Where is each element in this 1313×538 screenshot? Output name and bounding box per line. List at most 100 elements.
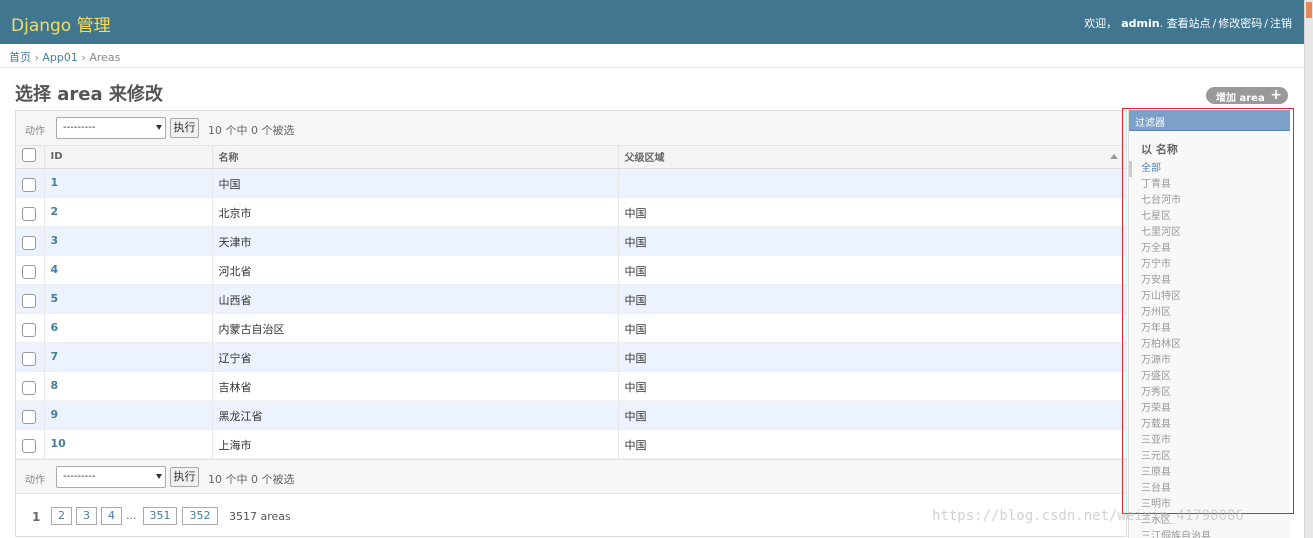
page-link[interactable]: 4 — [101, 507, 122, 525]
filter-option[interactable]: 三元区 — [1141, 449, 1290, 465]
row-select-cell — [16, 400, 45, 430]
row-checkbox[interactable] — [22, 264, 36, 279]
page-link[interactable]: 352 — [182, 507, 218, 525]
row-checkbox[interactable] — [22, 351, 36, 366]
view-site-link[interactable]: 查看站点 — [1167, 17, 1211, 30]
table-row: 4 河北省 中国 — [16, 255, 1127, 285]
go-button[interactable]: 执行 — [170, 467, 199, 487]
result-count: 3517 areas — [229, 510, 291, 523]
action-select[interactable]: --------- — [56, 117, 166, 139]
filter-option[interactable]: 万盛区 — [1141, 369, 1290, 385]
column-header-name[interactable]: 名称 — [212, 146, 619, 169]
id-cell: 3 — [44, 226, 213, 256]
page-title: 选择 area 来修改 — [15, 84, 163, 105]
row-checkbox[interactable] — [22, 380, 36, 395]
site-brand[interactable]: Django 管理 — [11, 11, 111, 36]
parent-cell: 中国 — [618, 429, 1127, 459]
page-link[interactable]: 2 — [51, 507, 72, 525]
selection-counter: 10 个中 0 个被选 — [208, 473, 295, 486]
logout-link[interactable]: 注销 — [1270, 17, 1292, 30]
id-cell: 8 — [44, 371, 213, 401]
row-checkbox[interactable] — [22, 322, 36, 337]
row-id-link[interactable]: 6 — [51, 321, 59, 334]
column-header-id[interactable]: ID — [44, 146, 213, 169]
row-checkbox[interactable] — [22, 409, 36, 424]
row-id-link[interactable]: 8 — [51, 379, 59, 392]
column-header-parent[interactable]: 父级区域 — [618, 146, 1127, 169]
filter-option[interactable]: 三原县 — [1141, 465, 1290, 481]
action-select-value: --------- — [63, 122, 96, 133]
page-link[interactable]: 3 — [76, 507, 97, 525]
filter-option[interactable]: 万秀区 — [1141, 385, 1290, 401]
chevron-down-icon — [156, 474, 162, 479]
filter-option[interactable]: 万荣县 — [1141, 401, 1290, 417]
current-page: 1 — [32, 510, 41, 524]
row-id-link[interactable]: 4 — [51, 263, 59, 276]
row-select-cell — [16, 168, 45, 198]
filter-option[interactable]: 七星区 — [1141, 209, 1290, 225]
filter-option[interactable]: 万源市 — [1141, 353, 1290, 369]
filter-option[interactable]: 丁青县 — [1141, 177, 1290, 193]
change-password-link[interactable]: 修改密码 — [1218, 17, 1262, 30]
row-checkbox[interactable] — [22, 206, 36, 221]
actions-bar-top: 动作 --------- 执行 10 个中 0 个被选 — [16, 111, 1126, 146]
filter-option[interactable]: 七里河区 — [1141, 225, 1290, 241]
sort-ascending-icon[interactable] — [1109, 154, 1118, 159]
filter-option[interactable]: 三江侗族自治县 — [1141, 529, 1290, 538]
breadcrumb-separator: › — [81, 51, 86, 64]
row-checkbox[interactable] — [22, 293, 36, 308]
separator: / — [1212, 17, 1217, 30]
row-select-cell — [16, 429, 45, 459]
parent-cell: 中国 — [618, 197, 1127, 227]
row-id-link[interactable]: 9 — [51, 408, 59, 421]
name-cell: 内蒙古自治区 — [212, 313, 619, 343]
filter-option[interactable]: 三台县 — [1141, 481, 1290, 497]
parent-cell: 中国 — [618, 400, 1127, 430]
go-button[interactable]: 执行 — [170, 118, 199, 138]
watermark: https://blog.csdn.net/weixin_41790086 — [932, 508, 1244, 524]
row-checkbox[interactable] — [22, 177, 36, 192]
id-cell: 1 — [44, 168, 213, 198]
filter-option[interactable]: 万柏林区 — [1141, 337, 1290, 353]
filter-option[interactable]: 万年县 — [1141, 321, 1290, 337]
name-cell: 山西省 — [212, 284, 619, 314]
action-select[interactable]: --------- — [56, 466, 166, 488]
filter-option[interactable]: 三亚市 — [1141, 433, 1290, 449]
filter-option[interactable]: 万全县 — [1141, 241, 1290, 257]
actions-label: 动作 — [25, 126, 45, 137]
name-cell: 吉林省 — [212, 371, 619, 401]
add-area-button[interactable]: 增加 area + — [1206, 87, 1288, 104]
breadcrumb-app[interactable]: App01 — [42, 51, 78, 64]
filter-option[interactable]: 万安县 — [1141, 273, 1290, 289]
filter-list: 全部 丁青县 七台河市 七星区 七里河区 万全县 万宁市 万安县 万山特区 万州区 万年县 万柏林区万… — [1129, 161, 1290, 538]
filter-option[interactable]: 万载县 — [1141, 417, 1290, 433]
filter-option[interactable]: 万山特区 — [1141, 289, 1290, 305]
scrollbar-thumb[interactable] — [1306, 2, 1312, 18]
parent-cell: 中国 — [618, 342, 1127, 372]
row-checkbox[interactable] — [22, 235, 36, 250]
select-all-checkbox[interactable] — [22, 148, 36, 163]
row-checkbox[interactable] — [22, 438, 36, 453]
pagination-ellipsis: ... — [126, 509, 137, 522]
id-cell: 7 — [44, 342, 213, 372]
filter-title: 过滤器 — [1129, 110, 1290, 131]
table-row: 6 内蒙古自治区 中国 — [16, 313, 1127, 343]
add-area-label: 增加 area — [1216, 93, 1265, 104]
changelist: 动作 --------- 执行 10 个中 0 个被选 ID 名称 父级区域 1… — [15, 110, 1127, 537]
filter-option[interactable]: 万宁市 — [1141, 257, 1290, 273]
page-link[interactable]: 351 — [143, 507, 177, 525]
row-id-link[interactable]: 7 — [51, 350, 59, 363]
name-cell: 辽宁省 — [212, 342, 619, 372]
row-id-link[interactable]: 5 — [51, 292, 59, 305]
breadcrumb-separator: › — [34, 51, 39, 64]
row-id-link[interactable]: 10 — [51, 437, 66, 450]
row-id-link[interactable]: 3 — [51, 234, 59, 247]
id-cell: 5 — [44, 284, 213, 314]
row-id-link[interactable]: 1 — [51, 176, 59, 189]
breadcrumb-home[interactable]: 首页 — [9, 51, 31, 64]
filter-option[interactable]: 七台河市 — [1141, 193, 1290, 209]
filter-option-all[interactable]: 全部 — [1129, 161, 1290, 177]
filter-option[interactable]: 万州区 — [1141, 305, 1290, 321]
row-id-link[interactable]: 2 — [51, 205, 59, 218]
window-scrollbar[interactable] — [1304, 0, 1313, 538]
